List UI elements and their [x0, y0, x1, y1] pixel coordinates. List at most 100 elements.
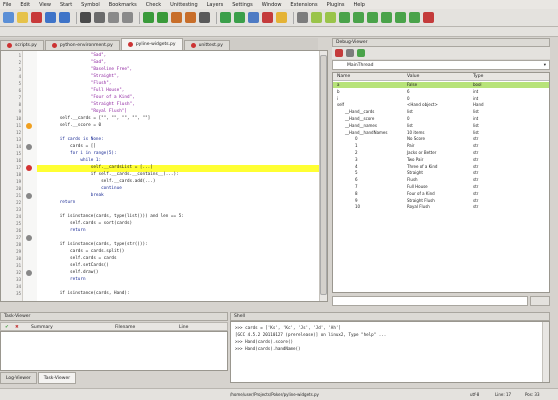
editor-tab[interactable]: pyline-widgets.py: [120, 38, 183, 50]
variable-row[interactable]: __Hand__cards list list: [333, 109, 549, 115]
variable-filter-input[interactable]: [332, 296, 528, 306]
menu-item[interactable]: Start: [60, 2, 72, 8]
play-icon[interactable]: [357, 49, 365, 57]
continue-icon[interactable]: [367, 12, 378, 23]
menu-item[interactable]: Unittesting: [170, 2, 198, 8]
tab-log-viewer[interactable]: Log-Viewer: [0, 372, 37, 384]
settings-icon[interactable]: [297, 12, 308, 23]
menu-item[interactable]: Settings: [232, 2, 253, 8]
variable-row[interactable]: a False bool: [333, 82, 549, 88]
variable-row[interactable]: __Hand__handNames 10 items list: [333, 130, 549, 136]
thread-selector[interactable]: MainThread ▾: [332, 60, 550, 70]
close-tab-icon[interactable]: [7, 43, 12, 48]
breakpoint-marker-icon[interactable]: [26, 123, 32, 129]
copy-icon[interactable]: [108, 12, 119, 23]
variable-row[interactable]: 1 Pair str: [333, 143, 549, 149]
line-number: 4: [18, 74, 21, 79]
marker-margin[interactable]: [23, 51, 37, 301]
plugin-icon[interactable]: [311, 12, 322, 23]
menu-item[interactable]: Plugins: [327, 2, 345, 8]
cut-icon[interactable]: [94, 12, 105, 23]
breakpoint-marker-icon[interactable]: [26, 235, 32, 241]
variable-row[interactable]: __Hand__names list list: [333, 123, 549, 129]
exit-icon[interactable]: [423, 12, 434, 23]
menu-item[interactable]: Extensions: [290, 2, 317, 8]
menu-item[interactable]: Edit: [20, 2, 30, 8]
variable-row[interactable]: b 6 int: [333, 89, 549, 95]
refresh-icon[interactable]: [346, 49, 354, 57]
editor-scroll-thumb[interactable]: [320, 55, 327, 295]
step-into-icon[interactable]: [381, 12, 392, 23]
variable-row[interactable]: 10 Royal Flush str: [333, 204, 549, 210]
profile-icon[interactable]: [248, 12, 259, 23]
save-as-icon[interactable]: [59, 12, 70, 23]
breakpoint-marker-icon[interactable]: [26, 193, 32, 199]
breakpoint-icon[interactable]: [276, 12, 287, 23]
task-list[interactable]: [0, 331, 228, 371]
variable-row[interactable]: 7 Full House str: [333, 184, 549, 190]
tab-task-viewer[interactable]: Task-Viewer: [37, 372, 77, 384]
debug-icon[interactable]: [234, 12, 245, 23]
undo-icon[interactable]: [143, 12, 154, 23]
paste-icon[interactable]: [122, 12, 133, 23]
variable-row[interactable]: i 0 int: [333, 96, 549, 102]
breakpoint-marker-icon[interactable]: [26, 165, 32, 171]
search-icon[interactable]: [171, 12, 182, 23]
close-file-icon[interactable]: [31, 12, 42, 23]
menu-item[interactable]: File: [3, 2, 11, 8]
variable-row[interactable]: 6 Flush str: [333, 177, 549, 183]
column-header-line[interactable]: Line: [179, 325, 188, 330]
code-editor[interactable]: 1 "Sad", 2 "Sad", 3 "Baseline Free", 4 "Str…: [0, 50, 328, 302]
editor-tab[interactable]: scripts.py: [0, 40, 44, 50]
menu-item[interactable]: Window: [262, 2, 282, 8]
menu-item[interactable]: Layers: [207, 2, 224, 8]
column-header-name[interactable]: Name: [337, 74, 350, 79]
bookmark-icon[interactable]: [199, 12, 210, 23]
shell-console[interactable]: >>> cards = ['Ks', 'Kc', 'Js', 'Jd', 'Ah…: [230, 321, 550, 383]
menu-item[interactable]: Help: [354, 2, 365, 8]
down-arrow-icon[interactable]: [353, 12, 364, 23]
save-icon[interactable]: [45, 12, 56, 23]
stop-icon[interactable]: [335, 49, 343, 57]
open-file-icon[interactable]: [17, 12, 28, 23]
step-over-icon[interactable]: [395, 12, 406, 23]
menu-item[interactable]: Bookmarks: [109, 2, 137, 8]
new-file-icon[interactable]: [3, 12, 14, 23]
variable-row[interactable]: 5 Straight str: [333, 170, 549, 176]
column-header-filename[interactable]: Filename: [115, 325, 135, 330]
stop-icon[interactable]: [262, 12, 273, 23]
variable-row[interactable]: __Hand__score 0 int: [333, 116, 549, 122]
menu-item[interactable]: View: [39, 2, 51, 8]
editor-tab[interactable]: unittest.py: [183, 40, 230, 50]
variable-row[interactable]: 2 Jacks or Better str: [333, 150, 549, 156]
shell-vertical-scrollbar[interactable]: [542, 322, 549, 382]
secondary-toolbar: [0, 27, 558, 37]
filter-button[interactable]: [530, 296, 550, 306]
breakpoint-marker-icon[interactable]: [26, 270, 32, 276]
redo-icon[interactable]: [157, 12, 168, 23]
run-icon[interactable]: [220, 12, 231, 23]
close-tab-icon[interactable]: [190, 43, 196, 48]
column-header-summary[interactable]: Summary: [31, 325, 53, 330]
column-header-value[interactable]: Value: [407, 74, 419, 79]
step-out-icon[interactable]: [409, 12, 420, 23]
column-header-type[interactable]: Type: [473, 74, 483, 79]
replace-icon[interactable]: [185, 12, 196, 23]
variable-row[interactable]: 8 Four of a Kind str: [333, 191, 549, 197]
variables-table[interactable]: Name Value Type a False bool b 6 int i 0 int self…: [332, 72, 550, 293]
breakpoint-marker-icon[interactable]: [26, 144, 32, 150]
variable-row[interactable]: self <Hand object> Hand: [333, 102, 549, 108]
editor-tab[interactable]: python-environment.py: [44, 40, 120, 50]
menu-item[interactable]: Symbol: [81, 2, 100, 8]
variable-row[interactable]: 3 Two Pair str: [333, 157, 549, 163]
close-tab-icon[interactable]: [51, 43, 57, 48]
variable-row[interactable]: 4 Three of a Kind str: [333, 164, 549, 170]
up-arrow-icon[interactable]: [339, 12, 350, 23]
close-tab-icon[interactable]: [127, 42, 133, 47]
variable-row[interactable]: 9 Straight Flush str: [333, 198, 549, 204]
menu-item[interactable]: Check: [146, 2, 161, 8]
code-line: while 1:: [39, 158, 102, 163]
plugin-install-icon[interactable]: [325, 12, 336, 23]
print-icon[interactable]: [80, 12, 91, 23]
variable-row[interactable]: 0 No Score str: [333, 136, 549, 142]
